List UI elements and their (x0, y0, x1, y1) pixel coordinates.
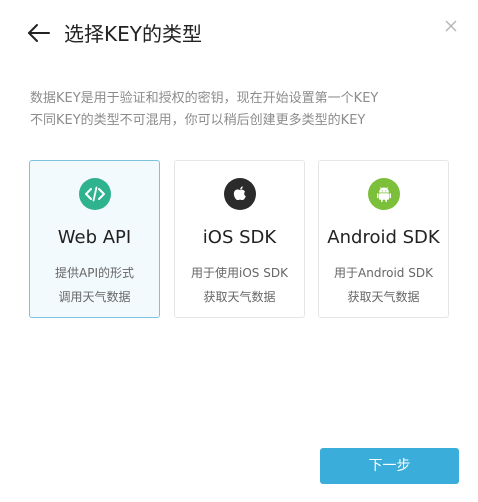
apple-icon (223, 178, 256, 210)
option-description-line: 调用天气数据 (58, 290, 131, 304)
description: 数据KEY是用于验证和授权的密钥，现在开始设置第一个KEY 不同KEY的类型不可… (30, 88, 450, 132)
option-description-line: 用于使用iOS SDK (191, 266, 288, 280)
option-name: Android SDK (327, 227, 440, 248)
option-name: iOS SDK (202, 227, 277, 248)
description-line: 数据KEY是用于验证和授权的密钥，现在开始设置第一个KEY (30, 91, 379, 106)
close-icon (445, 20, 457, 32)
next-button[interactable]: 下一步 (320, 448, 459, 484)
option-name: Web API (57, 227, 132, 248)
android-icon (367, 178, 400, 210)
description-line: 不同KEY的类型不可混用，你可以稍后创建更多类型的KEY (30, 113, 366, 128)
dialog-header: 选择KEY的类型 (0, 0, 478, 70)
option-description: 提供API的形式 调用天气数据 (30, 261, 159, 309)
option-description-line: 提供API的形式 (55, 266, 134, 280)
arrow-left-icon (28, 24, 50, 42)
back-button[interactable] (26, 20, 52, 46)
option-description-line: 用于Android SDK (334, 266, 433, 280)
option-description-line: 获取天气数据 (203, 290, 276, 304)
option-card-web-api[interactable]: Web API 提供API的形式 调用天气数据 (29, 160, 160, 318)
close-button[interactable] (444, 18, 458, 32)
option-description-line: 获取天气数据 (347, 290, 420, 304)
option-card-ios-sdk[interactable]: iOS SDK 用于使用iOS SDK 获取天气数据 (174, 160, 305, 318)
code-icon (78, 178, 111, 210)
option-description: 用于使用iOS SDK 获取天气数据 (175, 261, 304, 309)
key-type-options: Web API 提供API的形式 调用天气数据 iOS SDK 用于使用iOS … (29, 160, 451, 320)
dialog-title: 选择KEY的类型 (64, 22, 202, 46)
select-key-type-dialog: 选择KEY的类型 数据KEY是用于验证和授权的密钥，现在开始设置第一个KEY 不… (0, 0, 478, 502)
option-card-android-sdk[interactable]: Android SDK 用于Android SDK 获取天气数据 (318, 160, 449, 318)
option-description: 用于Android SDK 获取天气数据 (319, 261, 448, 309)
